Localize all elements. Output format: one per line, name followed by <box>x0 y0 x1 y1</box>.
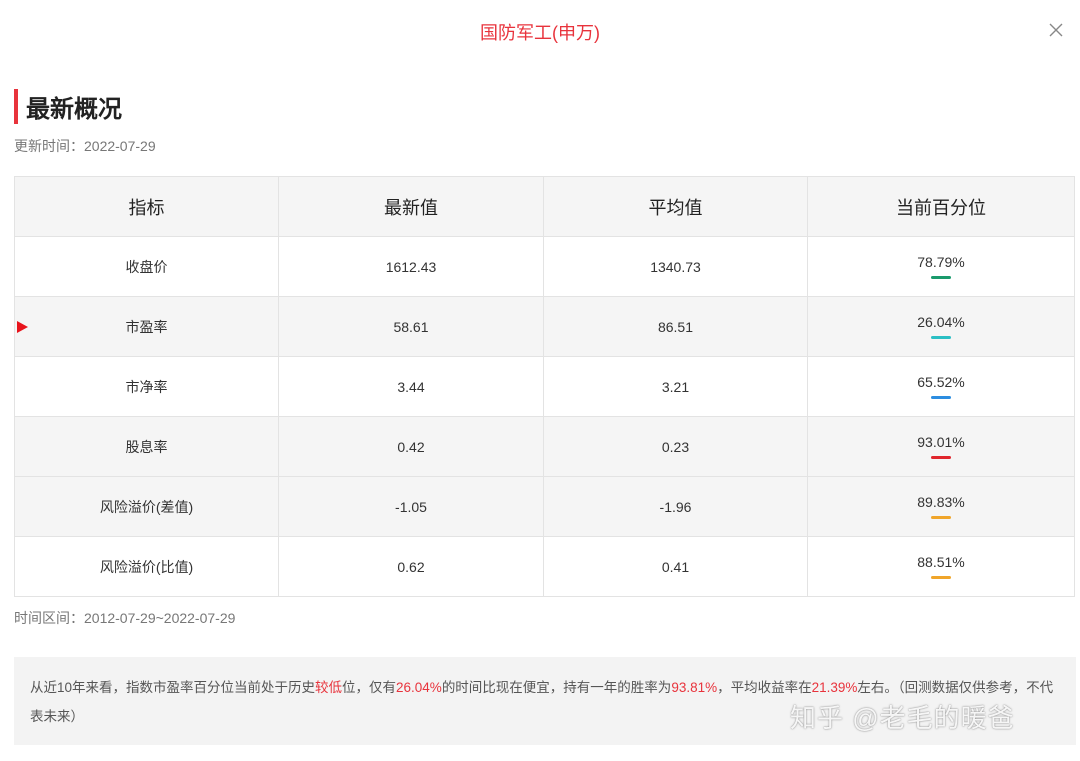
percentile-indicator-bar <box>930 576 951 579</box>
percentile-wrap: 26.04% <box>917 314 965 339</box>
average-cell-text: 1340.73 <box>650 258 701 275</box>
indicator-cell-text: 市净率 <box>125 378 168 395</box>
update-label: 更新时间： <box>14 138 84 154</box>
average-cell: 0.41 <box>543 536 808 597</box>
average-cell-text: 0.23 <box>661 438 690 455</box>
average-cell: 1340.73 <box>543 236 808 297</box>
table-row[interactable]: 市盈率 58.61 86.51 26.04% <box>14 296 1075 357</box>
average-cell-text: -1.96 <box>659 498 692 515</box>
percentile-value: 88.51% <box>917 554 965 570</box>
indicator-cell: 股息率 <box>14 416 279 477</box>
indicator-cell: 风险溢价(差值) <box>14 476 279 537</box>
conclusion-highlight-level: 较低 <box>315 680 343 695</box>
conclusion-text-3: 的时间比现在便宜，持有一年的胜率为 <box>441 680 672 695</box>
percentile-cell: 88.51% <box>807 536 1075 597</box>
section-title: 最新概况 <box>26 96 122 123</box>
indicator-cell-text: 收盘价 <box>125 258 168 275</box>
header-average: 平均值 <box>543 176 808 237</box>
latest-cell: 0.62 <box>278 536 544 597</box>
average-cell: -1.96 <box>543 476 808 537</box>
percentile-cell: 26.04% <box>807 296 1075 357</box>
percentile-value: 89.83% <box>917 494 965 510</box>
watermark: 知乎 @老毛的暖爸 <box>790 703 1015 733</box>
update-date: 2022-07-29 <box>84 138 156 154</box>
indicator-cell-text: 股息率 <box>125 438 168 455</box>
conclusion-text-4: ，平均收益率在 <box>717 680 812 695</box>
percentile-cell: 89.83% <box>807 476 1075 537</box>
percentile-cell: 93.01% <box>807 416 1075 477</box>
percentile-wrap: 65.52% <box>917 374 965 399</box>
average-cell: 86.51 <box>543 296 808 357</box>
average-cell-text: 0.41 <box>661 558 690 575</box>
percentile-wrap: 78.79% <box>917 254 965 279</box>
latest-cell-text: 3.44 <box>397 378 425 395</box>
percentile-wrap: 89.83% <box>917 494 965 519</box>
average-cell-text: 3.21 <box>661 378 690 395</box>
indicator-cell: 风险溢价(比值) <box>14 536 279 597</box>
percentile-cell: 78.79% <box>807 236 1075 297</box>
modal-title: 国防军工(申万) <box>480 23 600 43</box>
latest-cell: 58.61 <box>278 296 544 357</box>
percentile-indicator-bar <box>930 276 951 279</box>
percentile-cell: 65.52% <box>807 356 1075 417</box>
indicator-cell: 市盈率 <box>14 296 279 357</box>
indicator-cell-text: 风险溢价(比值) <box>99 558 194 575</box>
latest-cell-text: 0.42 <box>397 438 425 455</box>
table-row[interactable]: 市净率 3.44 3.21 65.52% <box>14 356 1075 417</box>
conclusion-highlight-percent: 26.04% <box>396 680 442 695</box>
latest-cell: 3.44 <box>278 356 544 417</box>
percentile-value: 93.01% <box>917 434 965 450</box>
latest-cell: -1.05 <box>278 476 544 537</box>
table-row[interactable]: 风险溢价(差值) -1.05 -1.96 89.83% <box>14 476 1075 537</box>
average-cell-text: 86.51 <box>657 318 694 335</box>
range-label: 时间区间： <box>14 610 84 626</box>
conclusion-highlight-winrate: 93.81% <box>671 680 718 695</box>
percentile-value: 65.52% <box>917 374 965 390</box>
average-cell: 0.23 <box>543 416 808 477</box>
table-row[interactable]: 股息率 0.42 0.23 93.01% <box>14 416 1075 477</box>
conclusion-highlight-return: 21.39% <box>811 680 858 695</box>
table-row[interactable]: 风险溢价(比值) 0.62 0.41 88.51% <box>14 536 1075 597</box>
latest-cell-text: 58.61 <box>393 318 429 335</box>
percentile-indicator-bar <box>930 456 951 459</box>
metrics-table: 指标 最新值 平均值 当前百分位 收盘价 1612.43 1340.73 78.79%… <box>14 176 1075 597</box>
latest-cell-text: 1612.43 <box>385 258 437 275</box>
section-header: 最新概况 <box>14 89 122 124</box>
indicator-cell: 市净率 <box>14 356 279 417</box>
indicator-cell-text: 市盈率 <box>125 318 168 335</box>
update-time: 更新时间：2022-07-29 <box>14 136 156 156</box>
percentile-indicator-bar <box>930 336 951 339</box>
percentile-indicator-bar <box>930 396 951 399</box>
range-value: 2012-07-29~2022-07-29 <box>84 610 236 626</box>
latest-cell-text: -1.05 <box>395 498 427 515</box>
latest-cell: 0.42 <box>278 416 544 477</box>
percentile-value: 78.79% <box>917 254 965 270</box>
header-latest: 最新值 <box>278 176 544 237</box>
header-percentile: 当前百分位 <box>807 176 1075 237</box>
percentile-value: 26.04% <box>917 314 965 330</box>
table-header-row: 指标 最新值 平均值 当前百分位 <box>14 176 1075 237</box>
percentile-wrap: 88.51% <box>917 554 965 579</box>
percentile-wrap: 93.01% <box>917 434 965 459</box>
indicator-cell: 收盘价 <box>14 236 279 297</box>
time-range: 时间区间：2012-07-29~2022-07-29 <box>14 608 235 628</box>
conclusion-text-1: 从近10年来看，指数市盈率百分位当前处于历史 <box>30 680 316 695</box>
header-indicator: 指标 <box>14 176 279 237</box>
latest-cell-text: 0.62 <box>397 558 425 575</box>
average-cell: 3.21 <box>543 356 808 417</box>
conclusion-text-2: 位，仅有 <box>342 680 397 695</box>
table-row[interactable]: 收盘价 1612.43 1340.73 78.79% <box>14 236 1075 297</box>
section-accent-bar <box>14 89 18 124</box>
percentile-indicator-bar <box>930 516 951 519</box>
close-icon <box>1049 23 1063 37</box>
indicator-cell-text: 风险溢价(差值) <box>99 498 194 515</box>
latest-cell: 1612.43 <box>278 236 544 297</box>
selected-row-marker-icon <box>17 320 28 333</box>
close-button[interactable] <box>1042 16 1070 44</box>
